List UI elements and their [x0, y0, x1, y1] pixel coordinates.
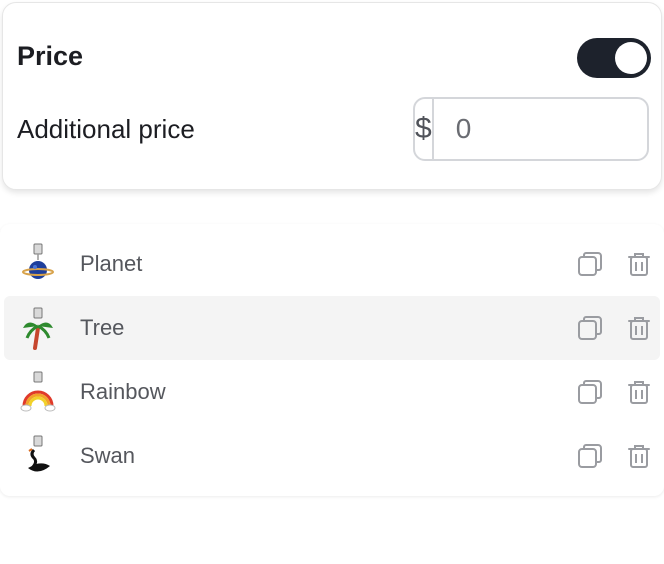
- swan-charm-icon: [28, 435, 50, 472]
- additional-price-field[interactable]: [433, 99, 647, 159]
- copy-icon: [578, 380, 602, 404]
- row-label: Planet: [80, 251, 143, 276]
- trash-icon: [628, 317, 650, 340]
- delete-button[interactable]: [623, 440, 655, 472]
- copy-button[interactable]: [574, 248, 606, 280]
- list-item[interactable]: Rainbow: [4, 360, 660, 424]
- rainbow-charm-icon: [20, 371, 56, 412]
- copy-icon: [578, 444, 602, 468]
- row-label: Tree: [80, 315, 125, 340]
- trash-icon: [628, 445, 650, 468]
- list-item[interactable]: Tree: [4, 296, 660, 360]
- toggle-knob: [615, 42, 647, 74]
- price-title: Price: [17, 41, 84, 71]
- delete-button[interactable]: [623, 248, 655, 280]
- copy-button[interactable]: [574, 440, 606, 472]
- row-label: Swan: [80, 443, 136, 468]
- copy-button[interactable]: [574, 376, 606, 408]
- trash-icon: [628, 381, 650, 404]
- trash-icon: [628, 253, 650, 276]
- additional-price-label: Additional price: [17, 114, 195, 144]
- list-item[interactable]: Swan: [4, 424, 660, 488]
- price-toggle[interactable]: [577, 38, 651, 78]
- copy-button[interactable]: [574, 312, 606, 344]
- currency-symbol: $: [415, 99, 434, 159]
- list-item[interactable]: Planet: [4, 232, 660, 296]
- price-card: Price Additional price $: [2, 2, 662, 190]
- charm-list: Planet Tree Rainbow Swan: [0, 224, 664, 496]
- row-label: Rainbow: [80, 379, 166, 404]
- copy-icon: [578, 316, 602, 340]
- delete-button[interactable]: [623, 312, 655, 344]
- palm-tree-charm-icon: [23, 307, 53, 350]
- delete-button[interactable]: [623, 376, 655, 408]
- planet-charm-icon: [22, 243, 54, 279]
- copy-icon: [578, 252, 602, 276]
- additional-price-input-group: $: [413, 97, 649, 161]
